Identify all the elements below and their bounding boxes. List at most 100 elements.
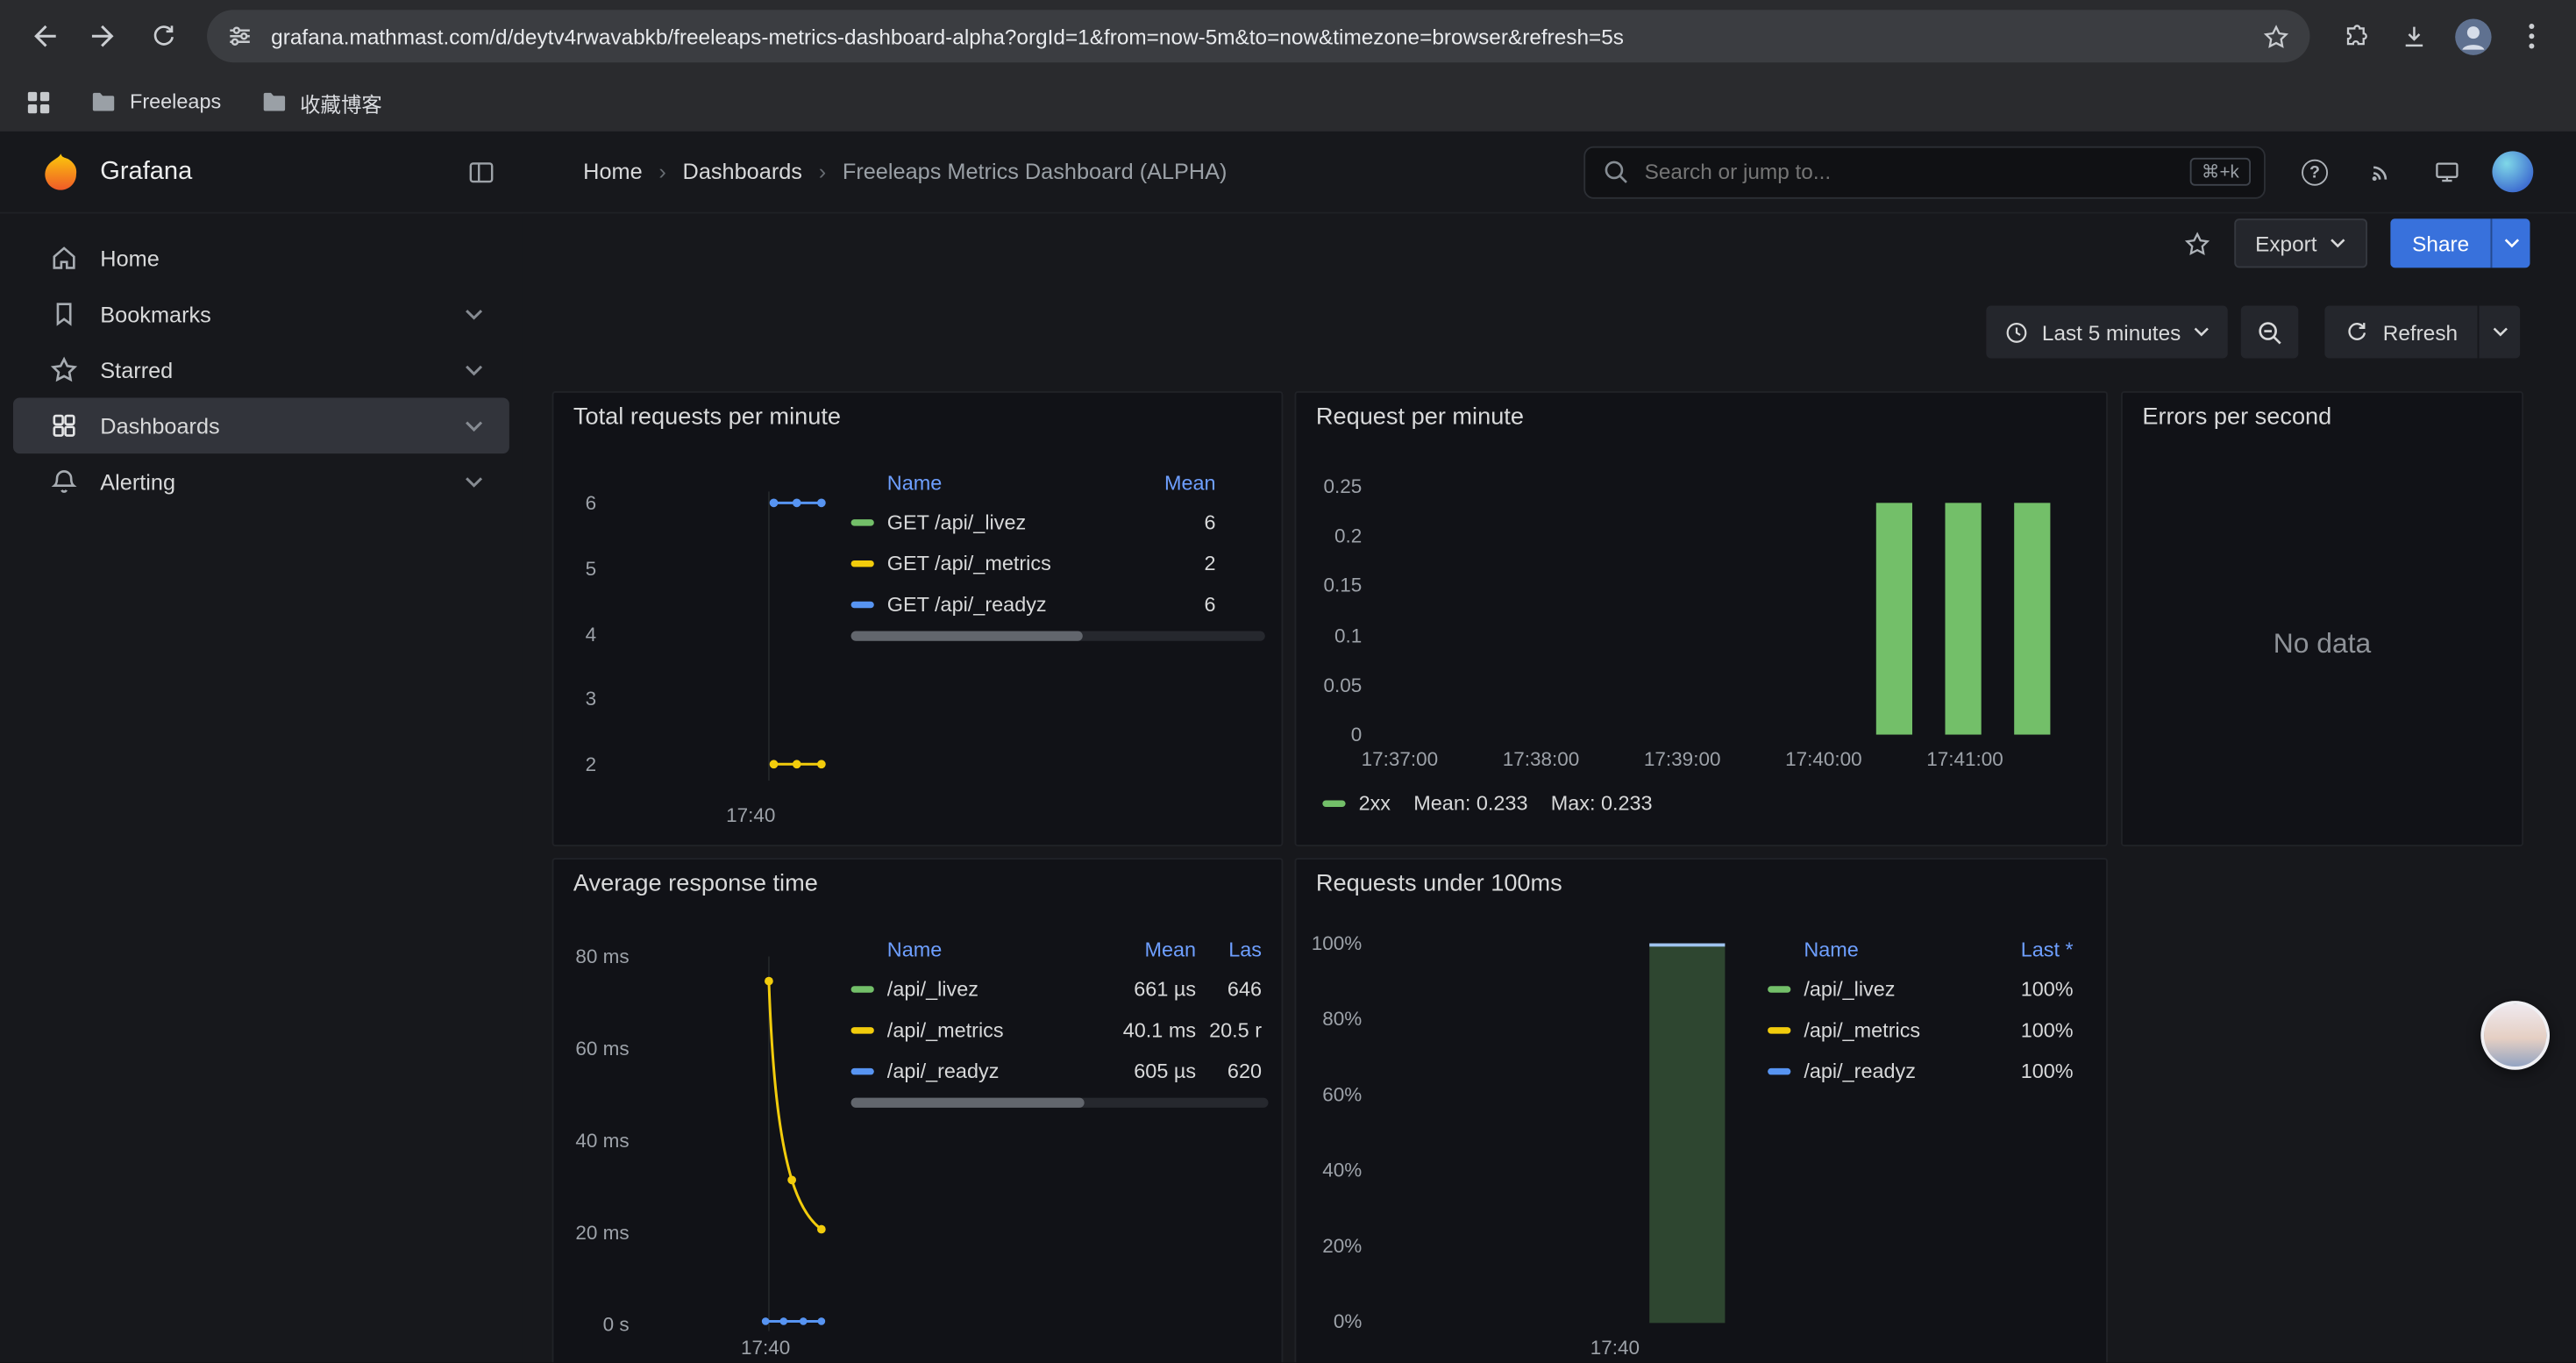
series-last: 100% [1982, 1018, 2090, 1041]
download-button[interactable] [2386, 8, 2442, 64]
header-icons: ? [2266, 146, 2576, 198]
zoom-out-button[interactable] [2242, 306, 2300, 359]
chevron-down-icon[interactable] [465, 308, 483, 319]
chevron-down-icon[interactable] [465, 364, 483, 375]
breadcrumb-dashboards[interactable]: Dashboards [683, 160, 802, 184]
brand-section: Grafana [0, 150, 523, 193]
series-mean: 40.1 ms [1091, 1018, 1196, 1041]
site-info-icon[interactable] [227, 23, 253, 49]
legend-row: /api/_livez 661 µs 646 [851, 968, 1269, 1010]
sidebar-item-dashboards[interactable]: Dashboards [13, 397, 509, 453]
display-button[interactable] [2416, 146, 2475, 198]
scrollbar-thumb[interactable] [851, 632, 1083, 641]
chevron-down-icon[interactable] [465, 420, 483, 432]
legend-row: /api/_livez 100% [1768, 968, 2089, 1010]
series-name[interactable]: /api/_livez [1804, 977, 1981, 1000]
panel-title[interactable]: Request per minute [1316, 404, 1524, 431]
series-mean: 6 [1124, 592, 1265, 615]
series-name[interactable]: /api/_metrics [887, 1018, 1091, 1041]
panel-total-requests: Total requests per minute 65432 17:40 Na… [552, 391, 1284, 846]
bar-chart[interactable] [1382, 487, 2089, 735]
series-name[interactable]: /api/_readyz [887, 1060, 1091, 1082]
star-dashboard-button[interactable] [2183, 229, 2211, 257]
line-chart[interactable] [645, 957, 859, 1331]
panel-title[interactable]: Requests under 100ms [1316, 871, 1562, 897]
y-axis: 65432 [560, 491, 596, 775]
search-box[interactable]: ⌘+k [1583, 146, 2266, 198]
sidebar-item-starred[interactable]: Starred [13, 342, 509, 398]
series-name[interactable]: /api/_livez [887, 977, 1091, 1000]
series-name[interactable]: GET /api/_livez [887, 510, 1124, 533]
col-mean[interactable]: Mean [1124, 472, 1265, 495]
time-range-label: Last 5 minutes [2042, 319, 2181, 344]
forward-arrow-icon [89, 21, 118, 51]
col-last[interactable]: Last * [1982, 938, 2090, 961]
apps-grid-icon[interactable] [26, 89, 51, 114]
bar-2xx [1876, 503, 1912, 734]
bell-icon [49, 467, 79, 496]
refresh-interval-button[interactable] [2478, 306, 2521, 359]
sidebar-item-alerting[interactable]: Alerting [13, 453, 509, 510]
panel-title[interactable]: Total requests per minute [573, 404, 841, 431]
back-button[interactable] [17, 8, 73, 64]
sidebar-item-label: Alerting [100, 469, 175, 494]
legend-row: GET /api/_readyz 6 [851, 583, 1265, 624]
breadcrumb-home[interactable]: Home [583, 160, 642, 184]
profile-button[interactable] [2444, 8, 2501, 64]
bookmarks-bar: Freeleaps 收藏博客 [0, 72, 2576, 131]
search-input[interactable] [1641, 158, 2190, 186]
horizontal-scrollbar[interactable] [851, 632, 1265, 641]
bookmark-star-icon[interactable] [2262, 22, 2290, 50]
grafana-logo[interactable] [39, 150, 82, 193]
browser-menu-button[interactable] [2504, 8, 2560, 64]
time-range-picker[interactable]: Last 5 minutes [1986, 306, 2228, 359]
forward-button[interactable] [75, 8, 132, 64]
col-name[interactable]: Name [887, 938, 1091, 961]
share-label: Share [2412, 231, 2469, 255]
url-input[interactable] [267, 22, 2262, 50]
series-name[interactable]: GET /api/_readyz [887, 592, 1124, 615]
no-data-message: No data [2123, 442, 2522, 845]
chevron-down-icon [2194, 327, 2210, 337]
sidebar-item-home[interactable]: Home [13, 230, 509, 286]
share-button[interactable]: Share [2391, 218, 2491, 268]
folder-icon [90, 90, 117, 113]
legend-row: /api/_metrics 100% [1768, 1009, 2089, 1050]
extensions-button[interactable] [2326, 8, 2382, 64]
help-button[interactable]: ? [2285, 146, 2344, 198]
refresh-label: Refresh [2383, 319, 2458, 344]
news-button[interactable] [2351, 146, 2409, 198]
series-name[interactable]: 2xx [1359, 792, 1391, 815]
assistant-avatar[interactable] [2480, 1001, 2550, 1070]
export-button[interactable]: Export [2234, 218, 2368, 268]
col-last[interactable]: Las [1196, 938, 1268, 961]
reload-button[interactable] [135, 8, 191, 64]
scrollbar-thumb[interactable] [851, 1098, 1085, 1108]
line-chart[interactable] [603, 491, 846, 781]
share-menu-button[interactable] [2491, 218, 2530, 268]
panel-title[interactable]: Errors per second [2142, 404, 2331, 431]
bookmark-folder-blogs[interactable]: 收藏博客 [260, 86, 382, 118]
bookmark-folder-freeleaps[interactable]: Freeleaps [90, 90, 221, 113]
series-name[interactable]: GET /api/_metrics [887, 552, 1124, 574]
collapse-sidebar-button[interactable] [466, 157, 496, 187]
refresh-button[interactable]: Refresh [2325, 306, 2477, 359]
col-name[interactable]: Name [887, 472, 1124, 495]
sidebar-item-bookmarks[interactable]: Bookmarks [13, 286, 509, 342]
sidebar-item-label: Bookmarks [100, 302, 211, 326]
col-name[interactable]: Name [1804, 938, 1981, 961]
legend-row: GET /api/_metrics 2 [851, 542, 1265, 583]
col-mean[interactable]: Mean [1091, 938, 1196, 961]
horizontal-scrollbar[interactable] [851, 1098, 1269, 1108]
series-name[interactable]: /api/_metrics [1804, 1018, 1981, 1041]
omnibox[interactable] [207, 10, 2309, 62]
user-avatar[interactable] [2492, 151, 2533, 192]
series-color-icon [1768, 1026, 1790, 1032]
chevron-down-icon[interactable] [465, 475, 483, 487]
x-tick: 17:38:00 [1503, 748, 1580, 771]
puzzle-icon [2340, 22, 2368, 50]
legend-row: /api/_metrics 40.1 ms 20.5 r [851, 1009, 1269, 1050]
series-name[interactable]: /api/_readyz [1804, 1060, 1981, 1082]
x-tick: 17:39:00 [1644, 748, 1721, 771]
panel-title[interactable]: Average response time [573, 871, 818, 897]
